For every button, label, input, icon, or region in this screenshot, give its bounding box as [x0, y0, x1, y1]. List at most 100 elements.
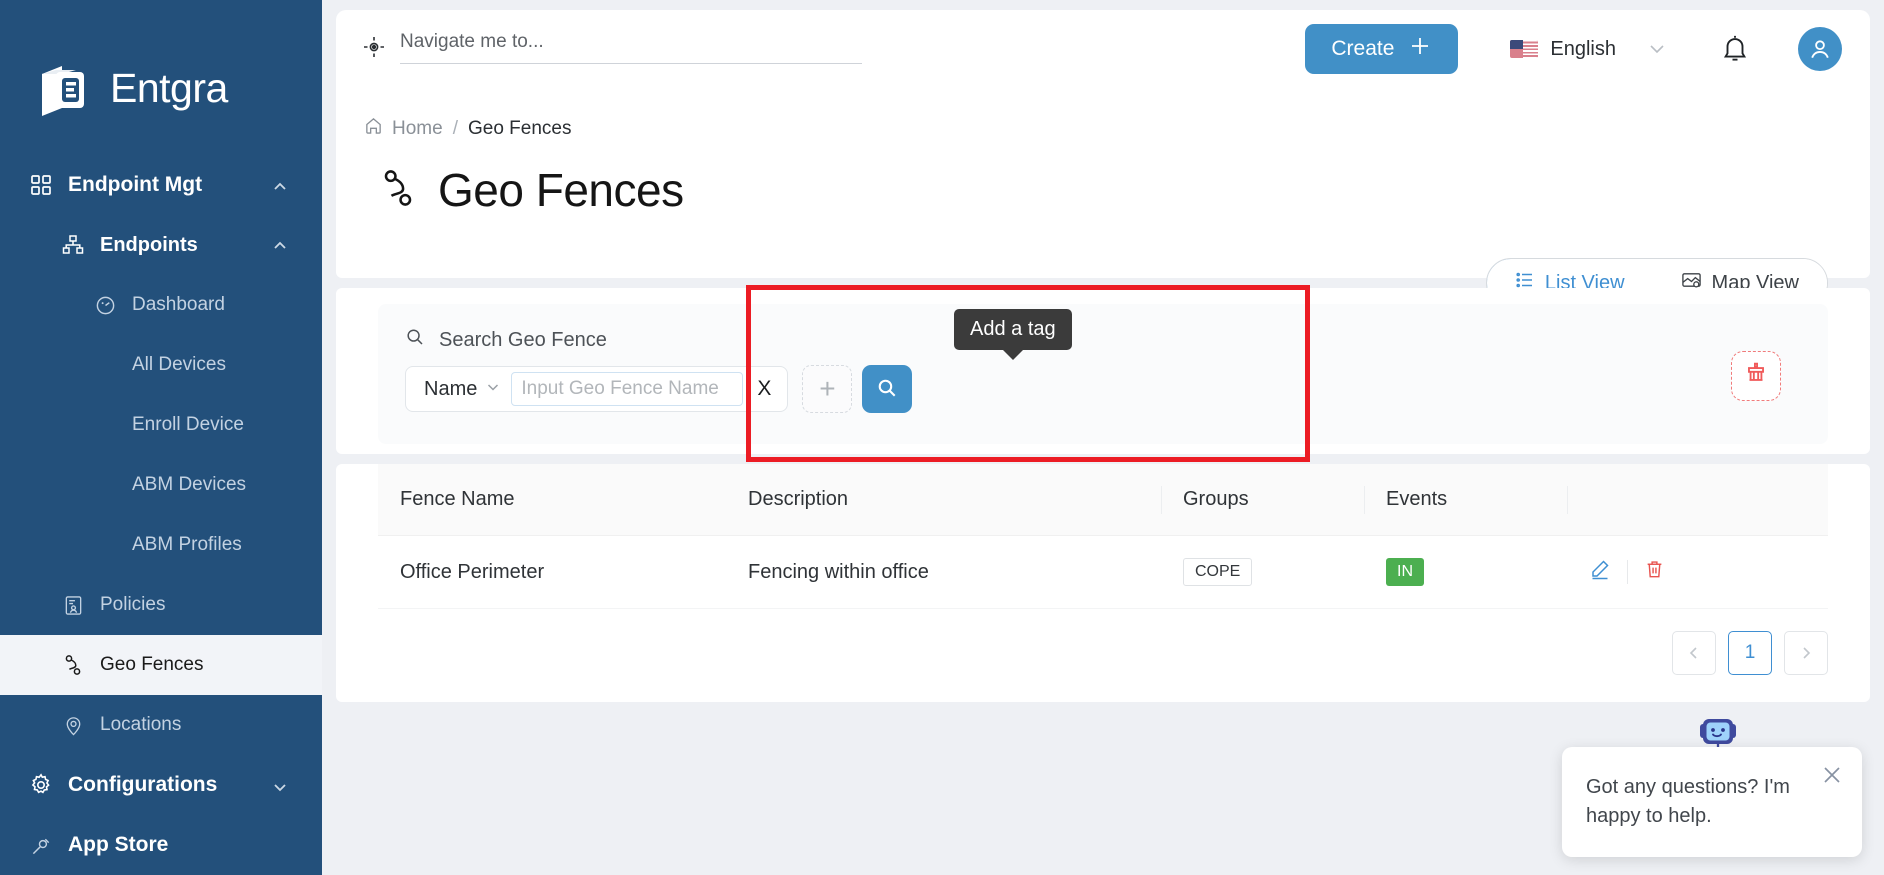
event-chip: IN	[1386, 558, 1424, 586]
filter-field-label: Name	[424, 377, 478, 400]
chevron-up-icon[interactable]	[272, 237, 288, 253]
chat-message: Got any questions? I'm happy to help.	[1586, 776, 1790, 827]
table-head: Fence Name Description Groups Events	[378, 464, 1828, 536]
sidebar-item-label: App Store	[68, 833, 169, 856]
chevron-right-icon	[1803, 647, 1811, 659]
breadcrumb: Home / Geo Fences	[336, 88, 1870, 141]
sidebar-item-app-store[interactable]: App Store	[0, 815, 322, 875]
delete-row-button[interactable]	[1644, 559, 1665, 586]
sidebar-item-dashboard[interactable]: Dashboard	[0, 275, 322, 335]
search-submit-button[interactable]	[862, 365, 913, 413]
user-avatar[interactable]	[1798, 27, 1842, 71]
create-button[interactable]: Create	[1305, 24, 1459, 74]
create-button-label: Create	[1331, 37, 1395, 60]
navigate-target-icon	[362, 35, 386, 64]
pagination: 1	[336, 609, 1870, 675]
plus-icon	[1408, 34, 1432, 64]
chevron-down-icon	[485, 378, 501, 401]
filter-clear-button[interactable]: X	[753, 377, 775, 401]
search-icon	[876, 377, 898, 402]
cell-description: Fencing within office	[726, 535, 1161, 609]
app-root: Entgra Endpoint Mgt Endpoints Dashboard …	[0, 0, 1884, 875]
chevron-down-icon[interactable]	[272, 777, 288, 793]
filter-field-select[interactable]: Name	[424, 378, 501, 401]
search-zone: Search Geo Fence Name X	[336, 288, 1870, 454]
column-header-description[interactable]: Description	[726, 464, 1161, 536]
language-selector[interactable]: English	[1510, 38, 1668, 61]
sitemap-icon	[60, 232, 86, 258]
edit-row-button[interactable]	[1589, 558, 1611, 586]
sidebar-item-label: Configurations	[68, 773, 218, 796]
blank-icon	[92, 532, 118, 558]
brand-name: Entgra	[110, 65, 228, 111]
filter-value-input[interactable]	[511, 372, 744, 406]
cell-events: IN	[1364, 535, 1567, 609]
chevron-up-icon[interactable]	[272, 177, 288, 193]
filter-row: Name X +	[379, 353, 1827, 413]
us-flag-icon	[1510, 40, 1539, 58]
location-pin-icon	[60, 712, 86, 738]
sidebar-item-locations[interactable]: Locations	[0, 695, 322, 755]
sidebar-item-abm-profiles[interactable]: ABM Profiles	[0, 515, 322, 575]
sidebar-item-abm-devices[interactable]: ABM Devices	[0, 455, 322, 515]
trash-delete-icon	[1644, 559, 1665, 586]
geo-fences-table-card: Fence Name Description Groups Events Off…	[336, 464, 1870, 702]
chevron-left-icon	[1689, 647, 1697, 659]
sidebar-item-label: Enroll Device	[132, 414, 244, 435]
pagination-next-button[interactable]	[1784, 631, 1828, 675]
sidebar-item-label: Dashboard	[132, 294, 225, 315]
column-header-groups[interactable]: Groups	[1161, 464, 1364, 536]
sidebar-item-endpoints[interactable]: Endpoints	[0, 215, 322, 275]
chat-close-button[interactable]	[1820, 763, 1844, 796]
pagination-prev-button[interactable]	[1672, 631, 1716, 675]
add-tag-button[interactable]: +	[802, 365, 853, 413]
chat-widget: Got any questions? I'm happy to help.	[1562, 719, 1862, 857]
app-store-icon	[28, 832, 54, 858]
clear-filters-button[interactable]	[1731, 351, 1781, 401]
gauge-icon	[92, 292, 118, 318]
table-row[interactable]: Office Perimeter Fencing within office C…	[378, 535, 1828, 609]
group-chip: COPE	[1183, 558, 1253, 586]
pagination-page-1[interactable]: 1	[1728, 631, 1772, 675]
cell-actions	[1567, 535, 1828, 609]
navigate-input[interactable]	[400, 30, 862, 53]
column-header-fence-name[interactable]: Fence Name	[378, 464, 726, 536]
sidebar-item-label: Locations	[100, 714, 182, 735]
breadcrumb-separator: /	[452, 117, 458, 139]
column-header-actions	[1567, 464, 1828, 536]
sidebar-item-geo-fences[interactable]: Geo Fences	[0, 635, 322, 695]
close-icon	[1824, 767, 1840, 783]
home-icon	[364, 116, 383, 141]
geo-fences-table: Fence Name Description Groups Events Off…	[378, 464, 1828, 609]
global-navigate-search[interactable]	[362, 30, 862, 68]
sidebar-item-configurations[interactable]: Configurations	[0, 755, 322, 815]
language-label: English	[1550, 37, 1616, 60]
top-bar: Create English	[336, 10, 1870, 88]
geofence-icon	[378, 168, 418, 213]
sidebar: Entgra Endpoint Mgt Endpoints Dashboard …	[0, 0, 322, 875]
column-header-events[interactable]: Events	[1364, 464, 1567, 536]
sidebar-item-label: ABM Profiles	[132, 534, 242, 555]
sidebar-item-label: Endpoint Mgt	[68, 173, 203, 196]
table-body: Office Perimeter Fencing within office C…	[378, 535, 1828, 609]
sidebar-item-label: ABM Devices	[132, 474, 247, 495]
sidebar-item-enroll-device[interactable]: Enroll Device	[0, 395, 322, 455]
breadcrumb-home[interactable]: Home	[364, 116, 443, 141]
navigate-input-wrap	[400, 30, 862, 64]
sidebar-item-label: Policies	[100, 594, 166, 615]
search-panel-title-label: Search Geo Fence	[439, 328, 607, 351]
brand[interactable]: Entgra	[0, 0, 322, 145]
sidebar-item-endpoint-mgt[interactable]: Endpoint Mgt	[0, 155, 322, 215]
user-avatar-icon	[1811, 40, 1829, 59]
blank-icon	[92, 352, 118, 378]
entgra-logo-icon	[34, 58, 96, 120]
breadcrumb-home-label: Home	[392, 117, 443, 139]
cell-fence-name: Office Perimeter	[378, 535, 726, 609]
page-header-card: Home / Geo Fences Geo Fences List View M…	[336, 88, 1870, 308]
notifications-button[interactable]	[1720, 34, 1750, 64]
sidebar-item-all-devices[interactable]: All Devices	[0, 335, 322, 395]
plus-icon: +	[819, 373, 836, 404]
broom-clear-icon	[1743, 361, 1769, 392]
sidebar-item-policies[interactable]: Policies	[0, 575, 322, 635]
gear-icon	[28, 772, 54, 798]
